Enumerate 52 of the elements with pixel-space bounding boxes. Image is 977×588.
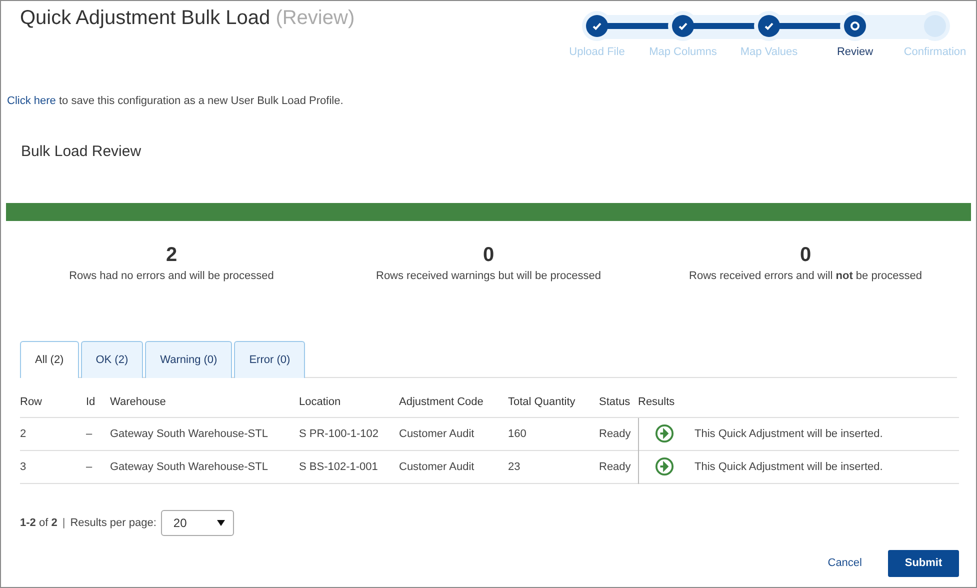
table-cell: Gateway South Warehouse-STL — [110, 450, 299, 483]
table-cell: – — [86, 450, 110, 483]
table-cell: Gateway South Warehouse-STL — [110, 417, 299, 450]
table-cell: 23 — [508, 450, 599, 483]
step-label: Map Values — [740, 46, 798, 58]
submit-button[interactable]: Submit — [888, 550, 959, 576]
column-header: Location — [299, 388, 399, 417]
row-count: 2 — [166, 244, 178, 267]
table-cell: S PR-100-1-102 — [299, 417, 399, 450]
caret-icon — [217, 520, 226, 526]
table-cell: Ready — [599, 417, 638, 450]
filter-tab[interactable]: OK (2) — [80, 341, 144, 378]
per-page-label: Results per page: — [70, 516, 156, 528]
column-header: Total Quantity — [508, 388, 599, 417]
column-header: Id — [86, 388, 110, 417]
count-caption: Rows had no errors and will be processed — [69, 270, 274, 282]
column-header: Status — [599, 388, 638, 417]
arrow-right-icon — [654, 424, 674, 443]
section-title: Bulk Load Review — [21, 143, 142, 160]
row-count: 0 — [482, 244, 494, 267]
table-cell: 160 — [508, 417, 599, 450]
count-caption: Rows received warnings but will be processed — [376, 270, 601, 282]
column-header: Row — [20, 388, 86, 417]
column-header: Adjustment Code — [399, 388, 508, 417]
table-cell: 2 — [20, 417, 86, 450]
step-label: Review — [836, 46, 874, 58]
step-label: Confirmation — [904, 46, 966, 58]
separator: | — [62, 516, 66, 528]
column-header: Results — [638, 388, 959, 417]
table-cell: Customer Audit — [399, 417, 508, 450]
result-message: This Quick Adjustment will be inserted. — [694, 428, 883, 440]
step-label: Upload File — [569, 46, 625, 58]
click-here-link[interactable]: Click here — [7, 95, 56, 107]
table-cell: – — [86, 417, 110, 450]
result-message: This Quick Adjustment will be inserted. — [694, 460, 883, 472]
cancel-button[interactable]: Cancel — [828, 557, 862, 569]
table-cell: Customer Audit — [399, 450, 508, 483]
table-cell: S BS-102-1-001 — [299, 450, 399, 483]
table-cell: 3 — [20, 450, 86, 483]
table-cell: Ready — [599, 450, 638, 483]
column-header: Warehouse — [110, 388, 299, 417]
save-profile-text: Click here to save this configuration as a new User Bulk Load Profile. — [7, 95, 344, 107]
filter-tab[interactable]: Warning (0) — [145, 341, 232, 378]
arrow-right-icon — [654, 457, 674, 476]
page-range: 1-2 of 2 — [20, 516, 58, 528]
step-label: Map Columns — [649, 46, 717, 58]
row-count: 0 — [800, 244, 812, 267]
per-page-select[interactable]: 20 — [161, 510, 234, 536]
filter-tab[interactable]: Error (0) — [234, 341, 306, 378]
filter-tab[interactable]: All (2) — [20, 341, 79, 378]
page-title: Quick Adjustment Bulk Load (Review) — [20, 7, 355, 31]
count-caption: Rows received errors and will not be processed — [689, 270, 922, 282]
